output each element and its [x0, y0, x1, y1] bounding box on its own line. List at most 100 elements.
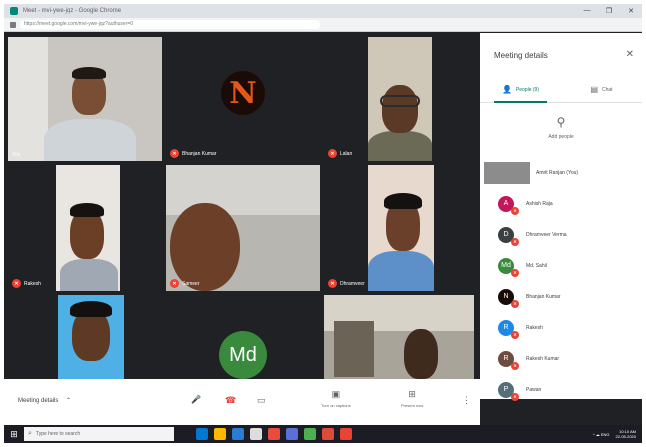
participant-name: Rakesh — [526, 324, 543, 331]
video-tile[interactable]: ✕ Dhramveer — [324, 165, 474, 291]
taskbar-app-icon[interactable] — [196, 428, 208, 440]
mic-off-icon: ✕ — [511, 268, 519, 277]
participant-avatar: Md ✕ — [498, 257, 519, 277]
mic-off-icon: ✕ — [511, 392, 519, 401]
tile-name: ✕ Bhanjan Kumar — [170, 149, 216, 158]
video-tile[interactable]: ✕ Sameer — [166, 165, 320, 291]
tile-name: ✕ Sameer — [170, 279, 200, 288]
mic-off-icon: ✕ — [511, 206, 519, 215]
participant-row[interactable]: D ✕ Dhramveer Verma — [480, 219, 642, 250]
participant-row[interactable]: N ✕ Bhanjan Kumar — [480, 281, 642, 312]
camera-button[interactable]: ▭ — [257, 395, 266, 409]
start-button[interactable]: ⊞ — [4, 425, 24, 443]
phone-hangup-icon: ☎ — [225, 395, 237, 405]
avatar-initial: N — [503, 293, 509, 300]
present-now-button[interactable]: ⊞ Present now — [401, 389, 423, 408]
taskbar-app-icon[interactable] — [322, 428, 334, 440]
avatar-initial: A — [503, 200, 509, 207]
people-icon: 👤 — [501, 85, 512, 94]
mic-off-icon: ✕ — [511, 330, 519, 339]
participant-avatar: Md — [219, 331, 267, 379]
person-hair — [70, 203, 104, 217]
camera-icon: ▭ — [257, 395, 266, 405]
clock-date: 22-05-2020 — [615, 434, 636, 439]
participant-row[interactable]: Md ✕ Md. Sahil — [480, 250, 642, 281]
tile-name: You — [12, 152, 21, 158]
taskbar-app-icon[interactable] — [340, 428, 352, 440]
mic-button[interactable]: 🎤 — [191, 395, 201, 407]
video-tile[interactable]: You — [8, 37, 162, 161]
meeting-details-button[interactable]: Meeting details ⌃ — [18, 397, 71, 404]
taskbar-app-icon[interactable] — [286, 428, 298, 440]
participant-name: Rakesh Kumar — [526, 355, 560, 362]
taskbar-search[interactable]: ⌕ Type here to search — [24, 427, 174, 441]
participant-row[interactable]: R ✕ Rakesh — [480, 312, 642, 343]
video-tile[interactable] — [324, 295, 474, 379]
search-placeholder: Type here to search — [35, 431, 81, 437]
address-bar: https://meet.google.com/mvi-ywe-jqz?auth… — [4, 18, 642, 32]
captions-button[interactable]: ▣ Turn on captions — [321, 389, 351, 408]
participant-list: Amrit Ranjan (You) A ✕ Ashish Raja D ✕ Dhramve… — [480, 157, 642, 405]
clock[interactable]: 10:10 AM 22-05-2020 — [616, 429, 636, 439]
taskbar-app-icon[interactable] — [304, 428, 316, 440]
participant-row[interactable]: P ✕ Pawan — [480, 374, 642, 405]
mic-off-icon: ✕ — [170, 279, 179, 288]
search-icon: ⌕ — [28, 430, 32, 437]
window-controls: — ❐ ✕ — [576, 7, 642, 15]
participant-row[interactable]: Amrit Ranjan (You) — [480, 157, 642, 188]
person-hair — [384, 193, 422, 209]
tab-label: People (9) — [515, 86, 540, 93]
avatar-initial: R — [503, 355, 509, 362]
tab-people[interactable]: 👤 People (9) — [480, 77, 561, 103]
tile-name: ✕ Lalan — [328, 149, 352, 158]
taskbar-app-icon[interactable] — [232, 428, 244, 440]
tab-chat[interactable]: ▤ Chat — [561, 77, 642, 102]
taskbar-app-icon[interactable] — [250, 428, 262, 440]
more-vertical-icon: ⋮ — [462, 395, 471, 405]
room-furniture — [334, 321, 374, 377]
close-panel-button[interactable]: ✕ — [626, 49, 634, 60]
avatar-initial: R — [503, 324, 509, 331]
video-tile[interactable]: N ✕ Bhanjan Kumar — [166, 37, 320, 161]
taskbar-app-icon[interactable] — [214, 428, 226, 440]
participant-avatar: R ✕ — [498, 319, 519, 339]
participant-row[interactable]: A ✕ Ashish Raja — [480, 188, 642, 219]
meeting-details-panel: Meeting details ✕ 👤 People (9) ▤ Chat ⚲ … — [480, 33, 642, 401]
system-tray: ^ ☁ ENG 10:10 AM 22-05-2020 — [593, 429, 636, 439]
maximize-button[interactable]: ❐ — [598, 7, 620, 15]
video-tile[interactable] — [8, 295, 162, 379]
panel-tabs: 👤 People (9) ▤ Chat — [480, 77, 642, 103]
taskbar-app-icon[interactable] — [268, 428, 280, 440]
add-people-label: Add people — [548, 134, 574, 140]
participant-name: Amrit Ranjan (You) — [536, 169, 579, 176]
tray-icons[interactable]: ^ ☁ ENG — [593, 432, 610, 437]
hangup-button[interactable]: ☎ — [225, 395, 236, 409]
person-face — [170, 203, 240, 291]
tab-label: Chat — [602, 86, 613, 93]
participant-row[interactable]: R ✕ Rakesh Kumar — [480, 343, 642, 374]
video-grid: You N ✕ Bhanjan Kumar ✕ Lalan ✕ Rakesh ✕… — [4, 33, 476, 379]
mic-off-icon: ✕ — [511, 361, 519, 370]
mic-off-icon: ✕ — [511, 299, 519, 308]
mic-off-icon: ✕ — [170, 149, 179, 158]
mic-off-icon: ✕ — [328, 279, 337, 288]
present-label: Present now — [401, 403, 424, 408]
more-options-button[interactable]: ⋮ — [462, 395, 471, 409]
video-tile[interactable]: ✕ Lalan — [324, 37, 474, 161]
taskbar-apps — [196, 428, 358, 440]
close-window-button[interactable]: ✕ — [620, 7, 642, 15]
present-screen-icon: ⊞ — [408, 389, 416, 399]
url-field[interactable]: https://meet.google.com/mvi-ywe-jqz?auth… — [20, 20, 320, 29]
minimize-button[interactable]: — — [576, 7, 598, 15]
chat-icon: ▤ — [590, 85, 598, 94]
video-tile[interactable]: ✕ Rakesh — [8, 165, 162, 291]
person-hair — [70, 301, 112, 317]
avatar-initial: P — [503, 386, 509, 393]
participant-name: Dhramveer Verma — [526, 231, 567, 238]
video-tile[interactable]: Md — [166, 295, 320, 379]
add-people-button[interactable]: ⚲ Add people — [480, 115, 642, 151]
window-background — [8, 37, 48, 161]
participant-name: Bhanjan Kumar — [526, 293, 561, 300]
person-hair — [72, 67, 106, 79]
chevron-up-icon: ⌃ — [66, 398, 72, 404]
